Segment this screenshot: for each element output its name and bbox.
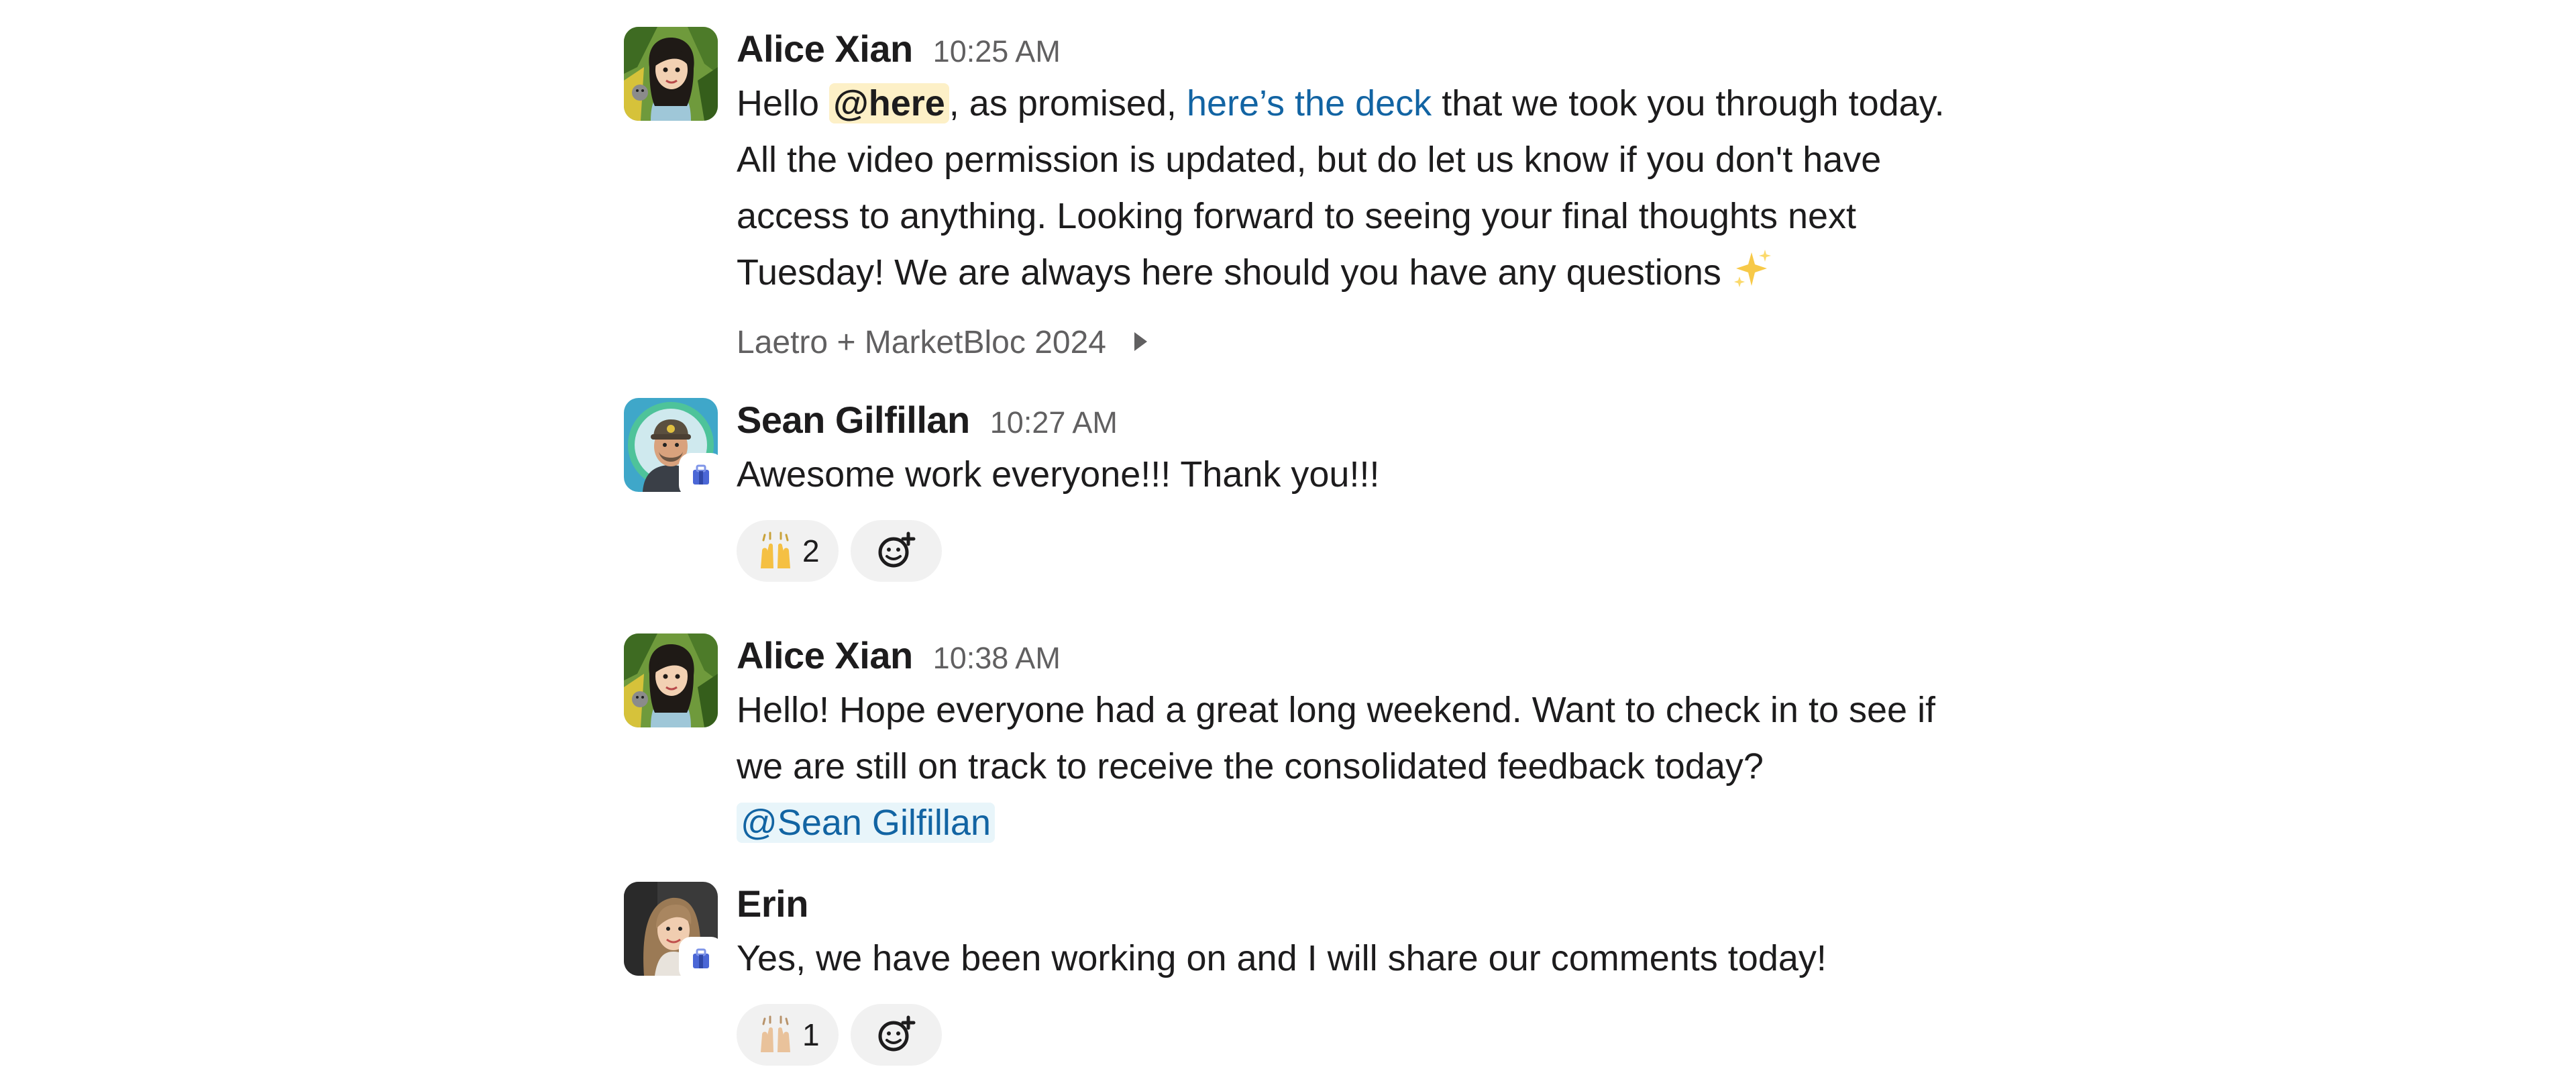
message-text-segment: , as promised, — [949, 83, 1187, 123]
add-reaction-icon — [878, 531, 916, 568]
reactions-bar: 1 — [737, 1004, 1971, 1067]
message-header: Alice Xian 10:25 AM — [737, 27, 1971, 75]
reaction-count: 1 — [802, 1017, 820, 1052]
timestamp[interactable]: 10:38 AM — [933, 641, 1061, 676]
alice-avatar-image — [624, 27, 718, 121]
raised-hands-light-icon — [761, 1015, 790, 1052]
status-badge — [682, 939, 720, 978]
message-content: Alice Xian 10:25 AM Hello @here, as prom… — [737, 27, 1971, 364]
author-name[interactable]: Alice Xian — [737, 633, 913, 677]
author-name[interactable]: Sean Gilfillan — [737, 398, 970, 442]
message-header: Sean Gilfillan 10:27 AM — [737, 398, 1971, 446]
here-mention[interactable]: @here — [829, 83, 949, 123]
avatar-alice[interactable] — [624, 633, 718, 727]
raised-hands-icon — [761, 531, 790, 568]
message-text-segment: Hello — [737, 83, 830, 123]
message-text-segment: Hello! Hope everyone had a great long we… — [737, 690, 1936, 786]
deck-link[interactable]: here’s the deck — [1187, 83, 1432, 123]
reaction-count: 2 — [802, 534, 820, 568]
add-reaction-button[interactable] — [850, 520, 942, 582]
message-content: Erin Yes, we have been working on and I … — [737, 882, 1971, 1067]
briefcase-status-icon — [693, 464, 709, 485]
timestamp[interactable]: 10:25 AM — [933, 34, 1061, 69]
status-badge — [682, 456, 720, 495]
sparkles-icon — [1731, 248, 1773, 306]
message-text: Hello @here, as promised, here’s the dec… — [737, 75, 1964, 306]
message-text: Yes, we have been working on and I will … — [737, 938, 1827, 978]
message-text: Awesome work everyone!!! Thank you!!! — [737, 454, 1380, 495]
reaction-raised-hands[interactable]: 2 — [737, 520, 839, 582]
author-name[interactable]: Alice Xian — [737, 27, 913, 70]
avatar-erin[interactable] — [624, 882, 720, 978]
message-feed: Alice Xian 10:25 AM Hello @here, as prom… — [0, 0, 2576, 1066]
caret-right-icon[interactable] — [1132, 324, 1149, 361]
avatar-alice[interactable] — [624, 27, 718, 121]
add-reaction-icon — [878, 1015, 916, 1052]
user-mention[interactable]: @Sean Gilfillan — [737, 803, 995, 843]
attachment-title[interactable]: Laetro + MarketBloc 2024 — [737, 321, 1971, 364]
message-text: Hello! Hope everyone had a great long we… — [737, 682, 1964, 851]
message-header: Alice Xian 10:38 AM — [737, 633, 1971, 682]
reactions-bar: 2 — [737, 520, 1971, 583]
timestamp[interactable]: 10:27 AM — [990, 405, 1118, 440]
message-header: Erin — [737, 882, 1971, 930]
reaction-raised-hands[interactable]: 1 — [737, 1004, 839, 1066]
avatar-sean[interactable] — [624, 398, 720, 495]
briefcase-status-icon — [693, 948, 709, 968]
alice-avatar-image — [624, 633, 718, 727]
attachment-label: Laetro + MarketBloc 2024 — [737, 324, 1106, 360]
add-reaction-button[interactable] — [850, 1004, 942, 1066]
message-content: Alice Xian 10:38 AM Hello! Hope everyone… — [737, 633, 1971, 851]
message-content: Sean Gilfillan 10:27 AM Awesome work eve… — [737, 398, 1971, 583]
author-name[interactable]: Erin — [737, 882, 808, 925]
